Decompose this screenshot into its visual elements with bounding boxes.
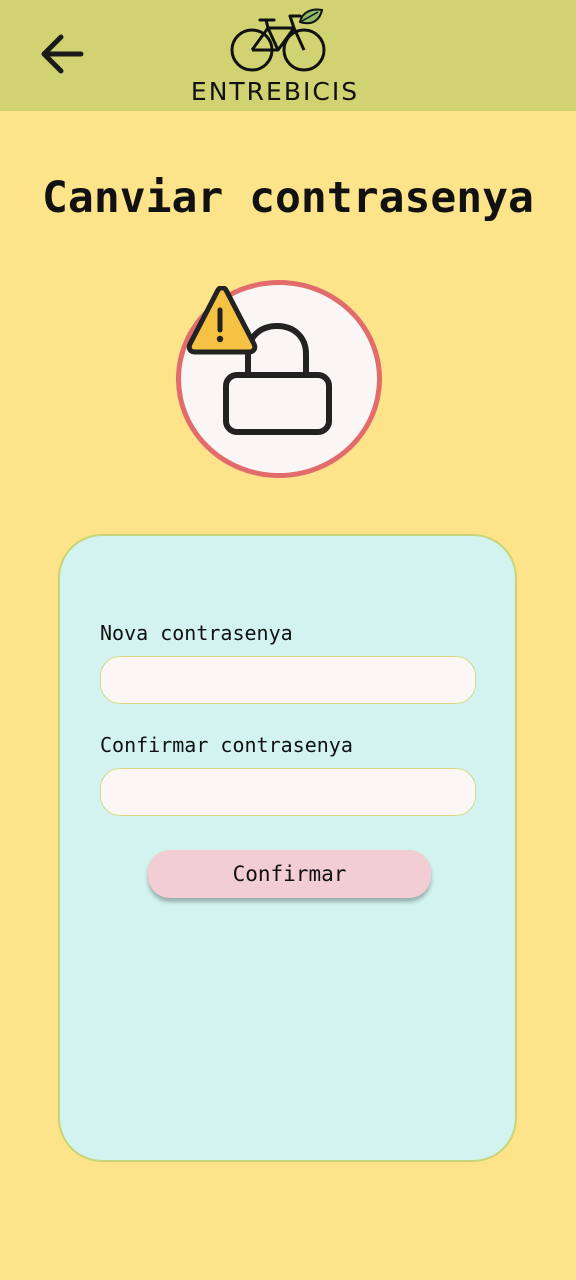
new-password-input[interactable] xyxy=(100,656,476,704)
confirm-password-input[interactable] xyxy=(100,768,476,816)
warning-triangle-icon xyxy=(186,286,258,355)
new-password-label: Nova contrasenya xyxy=(100,621,293,645)
app-bar: ENTREBICIS xyxy=(0,0,576,111)
brand-name: ENTREBICIS xyxy=(190,77,360,106)
back-button[interactable] xyxy=(34,26,90,82)
arrow-left-icon xyxy=(41,34,84,74)
page-title: Canviar contrasenya xyxy=(42,173,534,223)
hero-illustration xyxy=(176,280,382,478)
confirm-button[interactable]: Confirmar xyxy=(148,850,431,898)
password-form-card: Nova contrasenya Confirmar contrasenya C… xyxy=(58,534,517,1162)
brand-logo: ENTREBICIS xyxy=(180,6,370,106)
bicycle-leaf-icon xyxy=(230,8,326,72)
confirm-password-label: Confirmar contrasenya xyxy=(100,733,353,757)
